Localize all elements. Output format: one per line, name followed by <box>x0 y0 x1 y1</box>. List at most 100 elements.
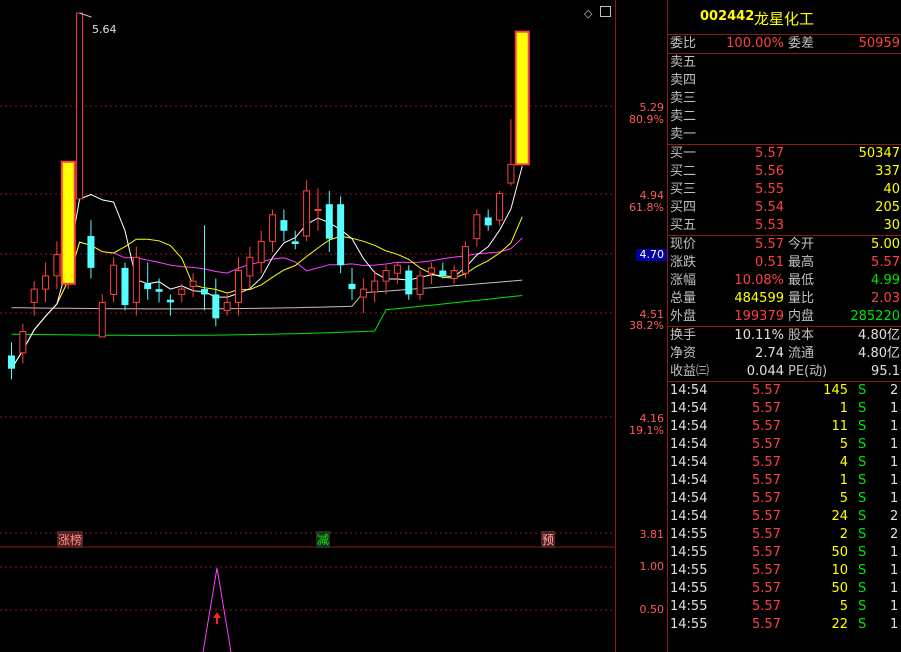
candle-up <box>507 163 515 184</box>
buy-row: 买三 5.55 40 <box>668 181 901 199</box>
fund-value: 4.80亿 <box>858 346 900 361</box>
fund-value: 0.044 <box>746 364 784 379</box>
stock-title[interactable]: 002442 龙星化工 <box>668 0 901 35</box>
buy-price: 5.54 <box>755 200 784 215</box>
stat-row: 涨幅 10.08% 最低 4.99 <box>668 272 901 290</box>
fund-row: 收益㈢ 0.044 PE(动) 95.1 <box>668 363 901 381</box>
candle-down <box>484 217 492 226</box>
stat-label: 外盘 <box>670 309 697 324</box>
buy-level-label: 买一 <box>670 146 697 161</box>
fund-label: 收益㈢ <box>670 364 710 379</box>
candle-up <box>359 288 367 298</box>
weicha-label: 委差 <box>788 36 815 51</box>
ma120-line <box>11 295 523 336</box>
candle-up <box>462 246 469 274</box>
stat-label: 量比 <box>788 291 815 306</box>
candle-up <box>132 256 140 303</box>
kline-svg[interactable] <box>0 0 615 652</box>
tick-volume: 22 <box>831 617 848 632</box>
tick-price: 5.57 <box>752 581 781 596</box>
candle-down <box>337 204 345 266</box>
tick-time: 14:55 <box>670 617 708 632</box>
tick-side: S <box>858 563 867 578</box>
candle-up <box>189 280 197 287</box>
tick-volume: 2 <box>839 527 848 542</box>
stat-value: 285220 <box>850 309 900 324</box>
candle-up <box>76 12 84 200</box>
tick-time: 14:55 <box>670 581 708 596</box>
tick-volume: 24 <box>831 509 848 524</box>
high-price-marker: 5.64 <box>92 23 117 36</box>
fund-label: 净资 <box>670 346 697 361</box>
tick-side: S <box>858 455 867 470</box>
weibi-label: 委比 <box>670 36 697 51</box>
tick-side: S <box>858 419 867 434</box>
fund-value: 4.80亿 <box>858 328 900 343</box>
marker-yu[interactable]: 预 <box>541 531 556 548</box>
candle-up <box>269 214 277 242</box>
tick-count: 1 <box>890 455 899 470</box>
candle-down <box>405 270 413 295</box>
stat-value: 4.99 <box>871 273 900 288</box>
tick-volume: 50 <box>831 581 848 596</box>
tick-side: S <box>858 545 867 560</box>
limit-up-candle <box>60 160 76 285</box>
tick-price: 5.57 <box>752 491 781 506</box>
limit-up-candle <box>514 30 530 166</box>
marker-jian[interactable]: 减 <box>316 531 331 548</box>
candle-up <box>382 270 390 282</box>
tick-row: 14:54 5.57 11 S 1 <box>668 418 901 436</box>
sell-book: 卖五 卖四 卖三 卖二 卖一 <box>668 54 901 145</box>
sell-level-label: 卖三 <box>670 91 697 106</box>
sell-level-label: 卖五 <box>670 55 697 70</box>
tick-side: S <box>858 437 867 452</box>
axis-pct-809: 80.9% <box>629 113 664 126</box>
stat-value: 2.03 <box>871 291 900 306</box>
tick-time: 14:54 <box>670 509 708 524</box>
stat-value: 484599 <box>734 291 784 306</box>
buy-row: 买四 5.54 205 <box>668 199 901 217</box>
sell-row: 卖一 <box>668 126 901 144</box>
candle-up <box>223 301 231 311</box>
tick-list[interactable]: 14:54 5.57 145 S 2 14:54 5.57 1 S 1 14:54 5.57 11 S 1 1… <box>668 382 901 634</box>
tick-count: 1 <box>890 581 899 596</box>
tick-time: 14:55 <box>670 563 708 578</box>
indicator-axis-050: 0.50 <box>639 603 665 616</box>
axis-pct-382: 38.2% <box>629 319 664 332</box>
buy-volume: 30 <box>883 218 900 233</box>
buy-price: 5.55 <box>755 182 784 197</box>
buy-volume: 337 <box>875 164 900 179</box>
marker-zhangbang[interactable]: 涨榜 <box>57 531 84 548</box>
tick-row: 14:55 5.57 2 S 2 <box>668 526 901 544</box>
stat-value: 0.51 <box>755 255 784 270</box>
candle-up <box>496 193 504 221</box>
tick-price: 5.57 <box>752 545 781 560</box>
tick-price: 5.57 <box>752 509 781 524</box>
square-icon[interactable] <box>600 6 611 17</box>
stat-value: 199379 <box>734 309 784 324</box>
stock-name: 龙星化工 <box>754 10 815 28</box>
tick-time: 14:55 <box>670 599 708 614</box>
buy-price: 5.56 <box>755 164 784 179</box>
kline-chart[interactable]: 5.64 ◇ 涨榜 减 预 <box>0 0 615 652</box>
tick-price: 5.57 <box>752 455 781 470</box>
candle-up <box>427 267 435 274</box>
diamond-icon[interactable]: ◇ <box>584 7 592 20</box>
fund-row: 净资 2.74 流通 4.80亿 <box>668 345 901 363</box>
tick-row: 14:54 5.57 24 S 2 <box>668 508 901 526</box>
stat-label: 内盘 <box>788 309 815 324</box>
tick-row: 14:54 5.57 1 S 1 <box>668 400 901 418</box>
tick-price: 5.57 <box>752 527 781 542</box>
tick-price: 5.57 <box>752 419 781 434</box>
tick-row: 14:54 5.57 5 S 1 <box>668 490 901 508</box>
tick-side: S <box>858 581 867 596</box>
tick-volume: 5 <box>839 599 848 614</box>
candle-up <box>303 190 311 237</box>
sell-level-label: 卖四 <box>670 73 697 88</box>
stat-row: 现价 5.57 今开 5.00 <box>668 236 901 254</box>
tick-row: 14:55 5.57 22 S 1 <box>668 616 901 634</box>
tick-price: 5.57 <box>752 383 781 398</box>
tick-count: 1 <box>890 545 899 560</box>
candle-up <box>314 209 322 211</box>
candle-down <box>325 204 333 239</box>
